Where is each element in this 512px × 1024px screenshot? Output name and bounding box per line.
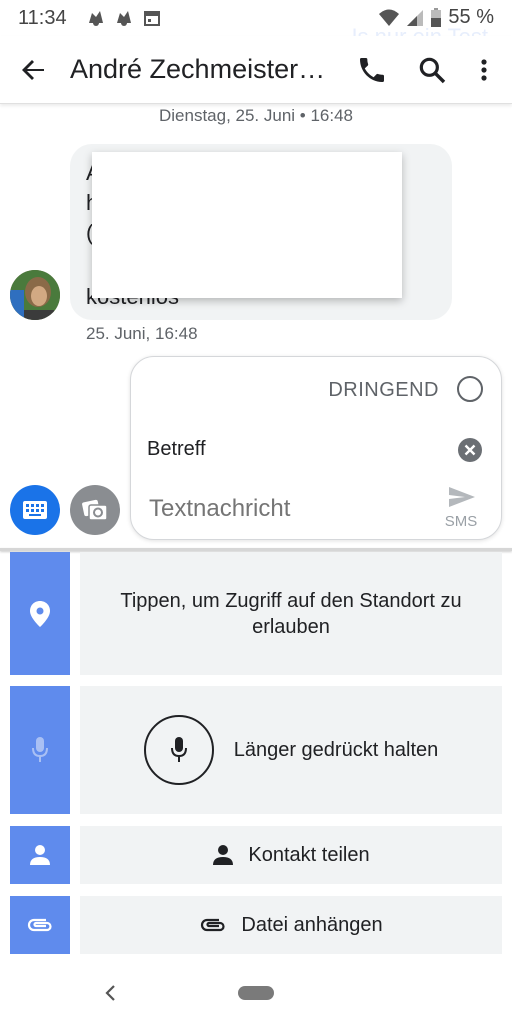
- redaction-overlay: [92, 152, 402, 298]
- battery-percent: 55 %: [448, 6, 494, 28]
- phone-icon[interactable]: [356, 54, 388, 86]
- clear-subject-icon[interactable]: [457, 437, 483, 463]
- file-tile[interactable]: [10, 896, 70, 954]
- search-icon[interactable]: [416, 54, 448, 86]
- subject-field[interactable]: [147, 435, 447, 463]
- location-permission-text: Tippen, um Zugriff auf den Standort zu e…: [120, 589, 462, 638]
- send-button[interactable]: SMS: [441, 485, 481, 533]
- media-button[interactable]: [70, 485, 120, 535]
- compose-box: DRINGEND SMS: [130, 356, 502, 540]
- send-type-label: SMS: [444, 513, 478, 530]
- record-button[interactable]: [143, 715, 214, 785]
- share-contact-label: Kontakt teilen: [248, 843, 370, 866]
- location-permission-tile[interactable]: Tippen, um Zugriff auf den Standort zu e…: [80, 552, 502, 675]
- keyboard-toggle-button[interactable]: [10, 485, 60, 535]
- record-audio-tile[interactable]: Länger gedrückt halten: [80, 686, 502, 814]
- share-contact-tile[interactable]: Kontakt teilen: [80, 826, 502, 884]
- notification-icon: [89, 11, 103, 26]
- urgent-radio[interactable]: [457, 376, 483, 402]
- avatar[interactable]: [10, 270, 60, 320]
- send-icon: [449, 487, 475, 507]
- wifi-icon: [379, 9, 400, 26]
- keyboard-icon: [23, 501, 47, 519]
- signal-icon: [407, 9, 424, 26]
- date-separator: Dienstag, 25. Juni • 16:48: [158, 106, 354, 125]
- nav-home-pill[interactable]: [238, 986, 274, 1000]
- contact-tile[interactable]: [10, 826, 70, 884]
- nav-back-icon[interactable]: [102, 982, 120, 1004]
- attach-file-label: Datei anhängen: [241, 913, 383, 936]
- mic-icon: [32, 737, 48, 762]
- person-icon: [213, 845, 234, 865]
- system-nav-bar: [0, 960, 512, 1024]
- conversation-title: André Zechmeister…: [70, 54, 326, 84]
- record-hint-text: Länger gedrückt halten: [233, 738, 439, 761]
- message-field[interactable]: [149, 493, 429, 525]
- status-time: 11:34: [18, 7, 67, 29]
- location-pin-icon: [30, 600, 50, 627]
- audio-tile[interactable]: [10, 686, 70, 814]
- attachment-icon: [27, 918, 52, 932]
- notification-icon: [117, 11, 131, 26]
- back-arrow-icon[interactable]: [18, 54, 50, 86]
- app-bar: André Zechmeister…: [0, 36, 512, 104]
- attach-file-tile[interactable]: Datei anhängen: [80, 896, 502, 954]
- panel-divider: [0, 548, 512, 551]
- mic-icon: [170, 737, 187, 762]
- camera-gallery-icon: [82, 499, 108, 521]
- calendar-icon: [144, 11, 160, 26]
- person-icon: [30, 845, 50, 865]
- status-bar: 11:34 Is nur ein Test 55 %: [0, 0, 512, 49]
- more-vert-icon[interactable]: [468, 54, 500, 86]
- urgent-label: DRINGEND: [328, 379, 439, 401]
- message-timestamp: 25. Juni, 16:48: [86, 324, 198, 343]
- location-tile[interactable]: [10, 552, 70, 675]
- attachment-icon: [201, 918, 225, 932]
- battery-icon: [431, 7, 442, 27]
